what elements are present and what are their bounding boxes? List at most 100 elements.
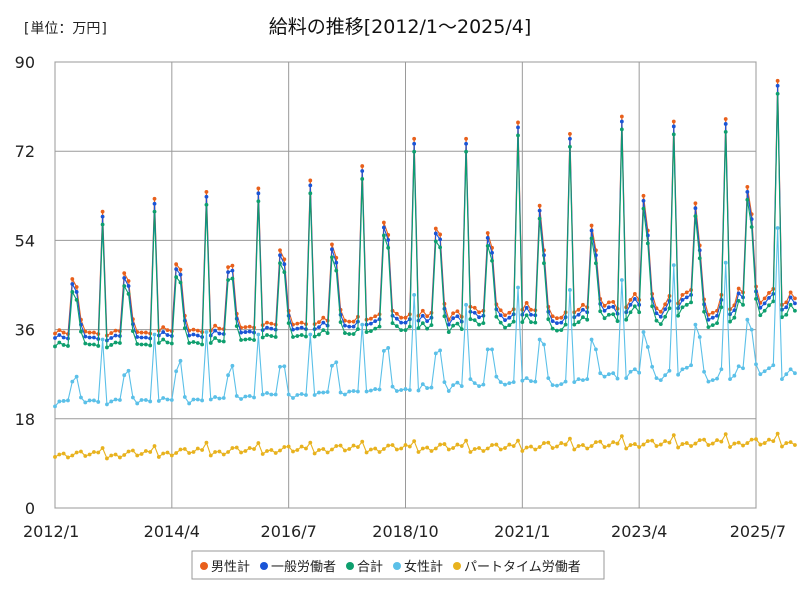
data-point: [321, 390, 326, 395]
data-point: [758, 372, 763, 377]
data-point: [221, 339, 226, 344]
data-point: [689, 444, 693, 448]
data-point: [53, 404, 57, 409]
data-point: [472, 318, 477, 323]
data-point: [693, 322, 698, 327]
data-point: [615, 441, 620, 446]
data-point: [581, 307, 585, 312]
data-point: [74, 290, 79, 294]
data-point: [330, 363, 334, 368]
data-point: [516, 133, 520, 138]
data-point: [312, 393, 317, 397]
data-point: [455, 314, 460, 319]
data-point: [503, 318, 507, 323]
data-point: [351, 319, 356, 324]
data-point: [278, 253, 282, 258]
data-point: [373, 387, 378, 391]
data-point: [187, 401, 192, 406]
data-point: [308, 183, 313, 188]
data-point: [308, 178, 313, 183]
data-point: [130, 395, 135, 400]
data-point: [420, 321, 425, 326]
data-point: [658, 322, 663, 327]
data-point: [498, 308, 503, 313]
data-point: [472, 381, 477, 386]
data-point: [334, 360, 339, 365]
data-point: [464, 136, 468, 141]
data-point: [412, 141, 417, 146]
data-point: [273, 335, 278, 339]
data-point: [563, 322, 568, 327]
data-point: [516, 120, 520, 125]
data-point: [702, 369, 706, 374]
data-point: [213, 336, 218, 340]
data-point: [118, 398, 122, 402]
data-point: [537, 445, 542, 449]
data-point: [559, 382, 564, 387]
data-point: [420, 382, 425, 387]
data-point: [498, 313, 503, 318]
data-point: [498, 447, 503, 452]
data-point: [83, 334, 88, 339]
data-point: [589, 444, 594, 448]
data-point: [451, 316, 455, 321]
data-point: [719, 305, 724, 310]
data-point: [66, 455, 70, 460]
data-point: [139, 335, 144, 340]
data-point: [749, 327, 754, 332]
data-point: [269, 326, 274, 331]
data-point: [689, 363, 693, 368]
series-line: [54, 85, 796, 342]
data-point: [684, 290, 689, 295]
data-point: [394, 447, 399, 452]
data-point: [507, 381, 512, 386]
data-point: [247, 329, 252, 334]
data-point: [330, 242, 334, 247]
data-point: [182, 326, 187, 331]
data-point: [520, 320, 525, 325]
data-point: [732, 315, 737, 320]
data-point: [576, 377, 581, 382]
x-tick-label: 2016/7: [261, 522, 317, 541]
data-point: [498, 320, 503, 325]
data-point: [503, 446, 507, 450]
data-point: [745, 317, 750, 322]
data-point: [165, 333, 170, 337]
data-point: [520, 378, 525, 383]
data-point: [767, 437, 771, 442]
data-point: [161, 330, 166, 334]
data-point: [330, 447, 334, 452]
data-point: [403, 443, 408, 447]
data-point: [364, 330, 369, 334]
data-point: [619, 119, 624, 124]
data-point: [594, 261, 598, 266]
data-point: [598, 371, 603, 376]
data-point: [96, 344, 101, 348]
data-point: [598, 439, 603, 444]
data-point: [702, 309, 706, 314]
data-point: [654, 444, 659, 448]
data-point: [204, 202, 209, 207]
data-point: [572, 322, 577, 327]
data-point: [481, 382, 486, 387]
data-point: [265, 320, 269, 325]
data-point: [330, 247, 334, 252]
data-point: [775, 91, 780, 96]
data-point: [182, 395, 187, 399]
data-point: [386, 346, 391, 350]
data-point: [762, 441, 767, 445]
data-point: [368, 447, 373, 452]
data-point: [693, 214, 698, 219]
data-point: [317, 320, 321, 325]
data-point: [351, 443, 356, 448]
data-point: [204, 194, 209, 199]
data-point: [334, 444, 339, 448]
data-point: [658, 309, 663, 314]
data-point: [472, 447, 477, 451]
data-point: [667, 440, 672, 445]
data-point: [156, 455, 161, 459]
data-point: [143, 330, 148, 335]
data-point: [295, 326, 300, 331]
data-point: [611, 312, 616, 317]
data-point: [572, 380, 577, 385]
